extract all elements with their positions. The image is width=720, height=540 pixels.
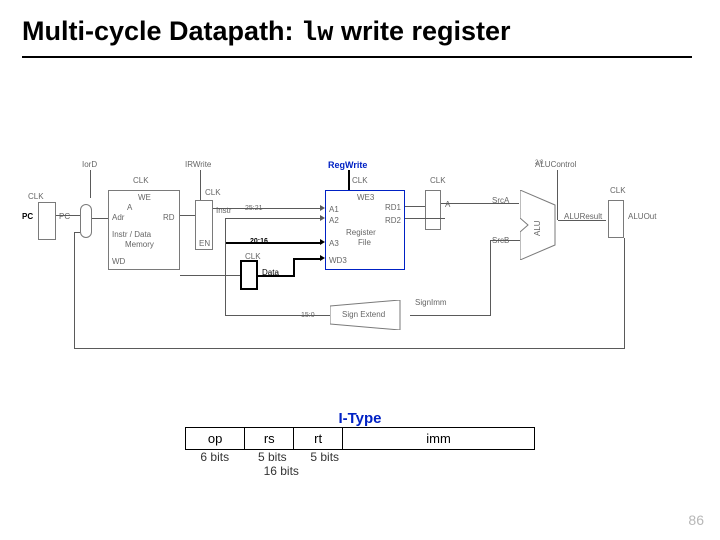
fb-up (74, 232, 75, 349)
aluout-reg (608, 200, 624, 238)
imem-label1: Instr / Data (112, 230, 151, 239)
iord-line (90, 170, 91, 198)
wire-instr-down (225, 218, 226, 315)
wd-port: WD (112, 257, 125, 266)
iord-mux (80, 204, 92, 238)
datapath-diagram: IorD IRWrite RegWrite ALUControl2:0 CLK … (30, 160, 690, 380)
wire-wd3-v (293, 258, 295, 277)
irwrite-label: IRWrite (185, 160, 211, 169)
iord-label: IorD (82, 160, 97, 169)
bits-op: 6 bits (185, 450, 245, 464)
signext-label: Sign Extend (342, 310, 385, 319)
clk-pc: CLK (28, 192, 44, 201)
wire-a3 (225, 242, 320, 244)
itype-rt: rt (294, 428, 343, 450)
we-port: WE (138, 193, 151, 202)
wire-to-signext (225, 315, 330, 316)
mem-to-ir (180, 215, 195, 216)
imem-label2: Memory (125, 240, 154, 249)
signimm-to-alu (490, 240, 520, 241)
signimm-label: SignImm (415, 298, 447, 307)
page-number: 86 (688, 512, 704, 528)
pc-reg (38, 202, 56, 240)
itype-title: I-Type (185, 410, 535, 427)
a-reg-label: A (445, 200, 450, 209)
itype-legend: I-Type op rs rt imm 6 bits 5 bits 5 bits… (185, 410, 535, 478)
wire-rt-a2 (225, 218, 320, 219)
clk-ir: CLK (205, 188, 221, 197)
fb-to-mux (74, 232, 80, 233)
wd3-port: WD3 (329, 256, 347, 265)
a-reg (425, 190, 441, 230)
mem-to-data (180, 275, 240, 276)
rd1-to-a (405, 206, 425, 207)
title-prefix: Multi-cycle Datapath: (22, 16, 301, 46)
clk-areg: CLK (430, 176, 446, 185)
pc-to-mux (56, 215, 80, 216)
alu-to-out (558, 220, 606, 221)
wire-wd3-h2 (293, 258, 320, 260)
rd2-port: RD2 (385, 216, 401, 225)
a-to-alu (441, 203, 519, 204)
a-port: A (127, 203, 132, 212)
clk-aluout: CLK (610, 186, 626, 195)
wire-rs (213, 208, 320, 209)
rd2-line (405, 218, 445, 219)
title-suffix: write register (333, 16, 510, 46)
bits-imm: 16 bits (185, 464, 378, 478)
alu-block: ALU (520, 190, 560, 260)
wire-wd3-h1 (258, 275, 293, 277)
clk-mem: CLK (133, 176, 149, 185)
a3-port: A3 (329, 239, 339, 248)
data-reg (240, 260, 258, 290)
en-label: EN (199, 239, 210, 248)
regfile-label2: File (358, 238, 371, 247)
bits-rs: 5 bits (248, 450, 297, 464)
alu-text: ALU (533, 220, 542, 236)
bits-rt: 5 bits (300, 450, 349, 464)
itype-imm: imm (343, 428, 535, 450)
adr-port: Adr (112, 213, 124, 222)
pc-label-out: PC (22, 212, 33, 221)
fb-across (74, 348, 625, 349)
pc-label-in: PC (59, 212, 70, 221)
fb-down (624, 238, 625, 348)
regwrite-line (348, 170, 350, 192)
rd1-port: RD1 (385, 203, 401, 212)
rd-port: RD (163, 213, 175, 222)
a2-port: A2 (329, 216, 339, 225)
itype-table: op rs rt imm (185, 427, 535, 450)
clk-rf: CLK (352, 176, 368, 185)
itype-op: op (186, 428, 245, 450)
signext-out (410, 315, 490, 316)
regwrite-label: RegWrite (328, 160, 367, 170)
slide-title: Multi-cycle Datapath: lw write register (22, 16, 511, 49)
regfile-label1: Register (346, 228, 376, 237)
title-underline (22, 56, 692, 58)
a1-port: A1 (329, 205, 339, 214)
signimm-up (490, 240, 491, 316)
itype-rs: rs (245, 428, 294, 450)
itype-bits-row: 6 bits 5 bits 5 bits 16 bits (185, 450, 535, 478)
mux-to-mem (92, 218, 108, 219)
we3-port: WE3 (357, 193, 374, 202)
title-mono: lw (301, 19, 333, 49)
aluout-label: ALUOut (628, 212, 656, 221)
